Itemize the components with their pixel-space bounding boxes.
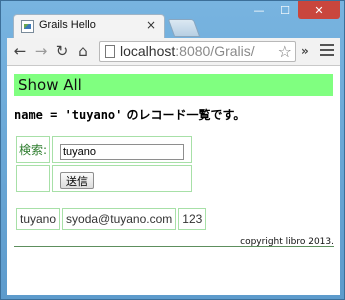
results-table: tuyano syoda@tuyano.com 123 xyxy=(14,206,208,232)
page-icon xyxy=(105,45,115,58)
page-title: Show All xyxy=(18,76,82,94)
page-header: Show All xyxy=(14,74,333,96)
url-text[interactable]: localhost:8080/Gralis/ xyxy=(120,43,255,59)
maximize-button[interactable]: ☐ xyxy=(272,1,298,19)
close-window-button[interactable]: ✕ xyxy=(298,1,340,19)
close-tab-icon[interactable]: × xyxy=(146,18,156,32)
result-number: 123 xyxy=(178,208,207,230)
home-icon[interactable]: ⌂ xyxy=(74,42,92,60)
browser-tab[interactable]: Grails Hello × xyxy=(13,14,165,38)
back-arrow-icon[interactable]: ← xyxy=(11,42,29,60)
favicon-icon xyxy=(21,20,34,33)
result-email: syoda@tuyano.com xyxy=(62,208,177,230)
browser-window: — ☐ ✕ Grails Hello × ← → ↻ ⌂ localhost:8… xyxy=(0,0,345,300)
browser-toolbar: ← → ↻ ⌂ localhost:8080/Gralis/ ☆ » xyxy=(7,38,340,66)
reload-icon[interactable]: ↻ xyxy=(53,42,71,60)
footer-divider xyxy=(14,246,334,247)
search-form: 検索: 送信 xyxy=(14,134,194,194)
forward-arrow-icon[interactable]: → xyxy=(32,42,50,60)
table-row: tuyano syoda@tuyano.com 123 xyxy=(16,208,207,230)
result-name: tuyano xyxy=(16,208,61,230)
extensions-chevron-icon[interactable]: » xyxy=(301,44,309,58)
submit-button[interactable]: 送信 xyxy=(60,172,94,189)
page-content: Show All name = 'tuyano' のレコード一覧です。 検索: … xyxy=(7,66,340,295)
search-label: 検索: xyxy=(16,136,50,163)
description-text: name = 'tuyano' のレコード一覧です。 xyxy=(14,108,246,122)
search-input[interactable] xyxy=(60,143,184,160)
menu-icon[interactable] xyxy=(320,44,334,57)
minimize-button[interactable]: — xyxy=(246,1,272,19)
window-controls: — ☐ ✕ xyxy=(246,1,340,21)
new-tab-button[interactable] xyxy=(167,19,201,37)
tab-title: Grails Hello xyxy=(39,19,96,31)
bookmark-star-icon[interactable]: ☆ xyxy=(275,42,292,61)
address-bar[interactable]: localhost:8080/Gralis/ ☆ xyxy=(99,41,296,62)
